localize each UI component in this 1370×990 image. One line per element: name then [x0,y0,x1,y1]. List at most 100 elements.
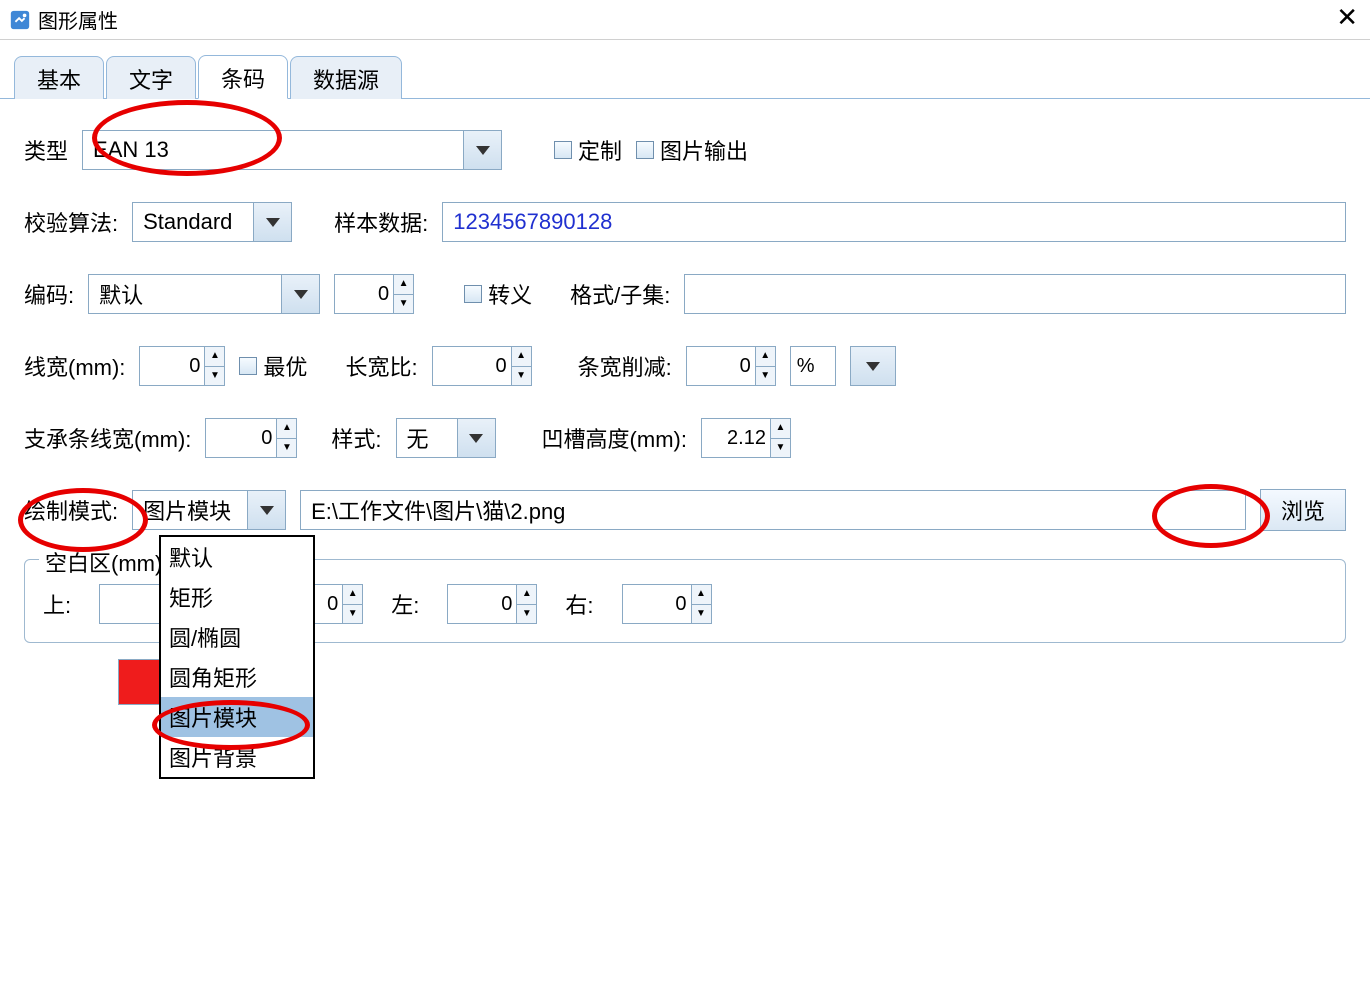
blank-left-field[interactable] [456,592,514,617]
up-arrow-icon[interactable]: ▲ [394,275,413,295]
dropdown-option[interactable]: 圆/椭圆 [161,617,313,657]
label-support-bar: 支承条线宽(mm): [24,422,191,454]
escape-label: 转义 [488,278,532,310]
style-combobox[interactable]: 无 [396,418,496,458]
support-bar-stepper[interactable]: ▲▼ [205,418,297,458]
up-arrow-icon[interactable]: ▲ [692,585,711,605]
escape-checkbox[interactable]: 转义 [464,278,532,310]
down-arrow-icon[interactable]: ▼ [394,295,413,314]
dropdown-option[interactable]: 圆角矩形 [161,657,313,697]
close-icon[interactable]: ✕ [1336,4,1358,30]
up-arrow-icon[interactable]: ▲ [756,347,775,367]
down-arrow-icon[interactable]: ▼ [512,367,531,386]
down-arrow-icon[interactable]: ▼ [517,605,536,624]
label-format-subset: 格式/子集: [570,278,670,310]
label-right: 右: [565,588,593,620]
bar-reduce-stepper[interactable]: ▲▼ [686,346,776,386]
titlebar: 图形属性 ✕ [0,0,1370,40]
draw-mode-combobox[interactable]: 图片模块 [132,490,286,530]
blank-zone-legend: 空白区(mm) [39,546,168,578]
label-style: 样式: [331,422,381,454]
blank-right-field[interactable] [631,592,689,617]
chevron-down-icon[interactable] [247,491,285,529]
app-icon [8,8,32,32]
type-value: EAN 13 [93,137,169,163]
format-subset-input[interactable] [684,274,1346,314]
label-draw-mode: 绘制模式: [24,494,118,526]
up-arrow-icon[interactable]: ▲ [771,419,790,439]
browse-label: 浏览 [1281,494,1325,526]
encoding-combobox[interactable]: 默认 [88,274,320,314]
checkbox-icon [239,357,257,375]
dropdown-option[interactable]: 图片背景 [161,737,313,777]
down-arrow-icon[interactable]: ▼ [692,605,711,624]
browse-button[interactable]: 浏览 [1260,489,1346,531]
chevron-down-icon[interactable] [463,131,501,169]
up-arrow-icon[interactable]: ▲ [277,419,296,439]
groove-height-stepper[interactable]: ▲▼ [701,418,791,458]
tab-datasource[interactable]: 数据源 [290,56,402,99]
bar-reduce-unit: % [790,346,836,386]
bar-reduce-unit-value: % [797,355,815,378]
dropdown-option[interactable]: 默认 [161,537,313,577]
draw-mode-value: 图片模块 [143,494,231,526]
label-aspect: 长宽比: [345,350,417,382]
blank-left-stepper[interactable]: ▲▼ [447,584,537,624]
label-check-alg: 校验算法: [24,206,118,238]
optimal-checkbox[interactable]: 最优 [239,350,307,382]
encode-num-stepper[interactable]: ▲▼ [334,274,414,314]
custom-label: 定制 [578,134,622,166]
down-arrow-icon[interactable]: ▼ [205,367,224,386]
check-alg-combobox[interactable]: Standard [132,202,292,242]
image-path-input[interactable] [300,490,1246,530]
chevron-down-icon[interactable] [253,203,291,241]
tab-basic[interactable]: 基本 [14,56,104,99]
format-subset-field[interactable] [693,280,1337,308]
image-path-field[interactable] [309,496,1237,524]
style-value: 无 [407,422,429,454]
up-arrow-icon[interactable]: ▲ [517,585,536,605]
support-bar-field[interactable] [214,426,274,451]
down-arrow-icon[interactable]: ▼ [771,439,790,458]
up-arrow-icon[interactable]: ▲ [343,585,362,605]
label-groove-height: 凹槽高度(mm): [542,422,687,454]
line-width-field[interactable] [148,354,202,379]
label-sample-data: 样本数据: [334,206,428,238]
chevron-down-icon[interactable] [851,347,895,385]
type-combobox[interactable]: EAN 13 [82,130,502,170]
tab-text[interactable]: 文字 [106,56,196,99]
label-line-width: 线宽(mm): [24,350,125,382]
encode-num-field[interactable] [343,282,391,307]
checkbox-icon [464,285,482,303]
tab-barcode[interactable]: 条码 [198,55,288,99]
checkbox-icon [636,141,654,159]
up-arrow-icon[interactable]: ▲ [512,347,531,367]
down-arrow-icon[interactable]: ▼ [756,367,775,386]
image-output-checkbox[interactable]: 图片输出 [636,134,748,166]
image-output-label: 图片输出 [660,134,748,166]
chevron-down-icon[interactable] [457,419,495,457]
dropdown-option-selected[interactable]: 图片模块 [161,697,313,737]
bar-reduce-field[interactable] [695,354,753,379]
down-arrow-icon[interactable]: ▼ [277,439,296,458]
sample-data-input[interactable] [442,202,1346,242]
line-width-stepper[interactable]: ▲▼ [139,346,225,386]
aspect-field[interactable] [441,354,509,379]
draw-mode-dropdown-list: 默认 矩形 圆/椭圆 圆角矩形 图片模块 图片背景 [159,535,315,779]
label-bar-reduce: 条宽削减: [578,350,672,382]
label-encoding: 编码: [24,278,74,310]
groove-height-field[interactable] [710,426,768,451]
custom-checkbox[interactable]: 定制 [554,134,622,166]
check-alg-value: Standard [143,209,232,235]
bar-reduce-unit-combobox[interactable] [850,346,896,386]
label-type: 类型 [24,134,68,166]
blank-right-stepper[interactable]: ▲▼ [622,584,712,624]
sample-data-field[interactable] [451,208,1337,236]
checkbox-icon [554,141,572,159]
aspect-stepper[interactable]: ▲▼ [432,346,532,386]
dropdown-option[interactable]: 矩形 [161,577,313,617]
blank-top-field[interactable] [108,592,166,617]
chevron-down-icon[interactable] [281,275,319,313]
up-arrow-icon[interactable]: ▲ [205,347,224,367]
down-arrow-icon[interactable]: ▼ [343,605,362,624]
